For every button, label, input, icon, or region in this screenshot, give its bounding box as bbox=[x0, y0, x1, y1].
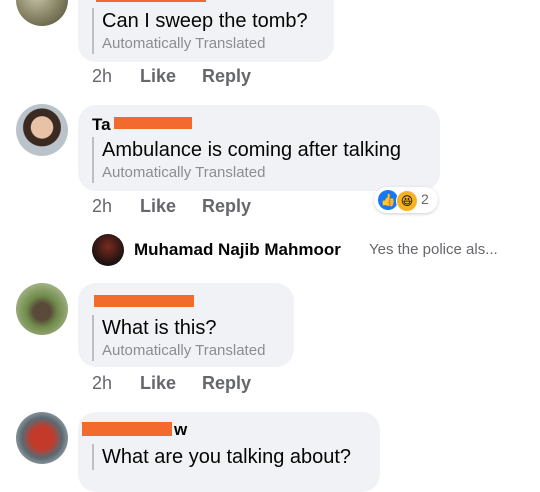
comment-text: What are you talking about? bbox=[102, 446, 352, 468]
comment-actions: 2h Like Reply bbox=[92, 373, 392, 397]
like-button[interactable]: Like bbox=[140, 373, 176, 394]
haha-reaction-icon: 😆 bbox=[396, 190, 418, 212]
comment-bubble: Ta Ambulance is coming after talking Aut… bbox=[78, 105, 440, 191]
reply-snippet: Yes the police als... bbox=[369, 241, 498, 258]
commenter-avatar[interactable] bbox=[16, 104, 68, 156]
comment-time[interactable]: 2h bbox=[92, 373, 112, 394]
comment-bubble: Can I sweep the tomb? Automatically Tran… bbox=[78, 0, 334, 62]
comment-text: Ambulance is coming after talking bbox=[102, 139, 402, 161]
reply-button[interactable]: Reply bbox=[202, 196, 251, 217]
reply-author-avatar[interactable] bbox=[92, 234, 124, 266]
redacted-name bbox=[94, 295, 194, 307]
comment-content: Ambulance is coming after talking Automa… bbox=[92, 137, 401, 183]
comment-time[interactable]: 2h bbox=[92, 196, 112, 217]
comment-time[interactable]: 2h bbox=[92, 66, 112, 87]
comment-actions: 2h Like Reply bbox=[92, 66, 392, 90]
redacted-name bbox=[96, 0, 206, 2]
reply-button[interactable]: Reply bbox=[202, 373, 251, 394]
comment-actions: 2h Like Reply bbox=[92, 196, 392, 220]
commenter-name[interactable]: Ta bbox=[92, 115, 111, 135]
reply-button[interactable]: Reply bbox=[202, 66, 251, 87]
comment-content: What are you talking about? bbox=[92, 444, 351, 470]
redacted-name bbox=[82, 422, 172, 436]
redacted-name bbox=[114, 117, 192, 129]
comment-content: What is this? Automatically Translated bbox=[92, 315, 265, 361]
commenter-avatar[interactable] bbox=[16, 0, 68, 26]
auto-translated-label[interactable]: Automatically Translated bbox=[102, 163, 401, 183]
comment-text: What is this? bbox=[102, 317, 217, 339]
like-button[interactable]: Like bbox=[140, 66, 176, 87]
comment-bubble: What is this? Automatically Translated bbox=[78, 283, 294, 367]
auto-translated-label[interactable]: Automatically Translated bbox=[102, 34, 308, 54]
commenter-avatar[interactable] bbox=[16, 283, 68, 335]
comment-content: Can I sweep the tomb? Automatically Tran… bbox=[92, 8, 308, 54]
commenter-name[interactable]: w bbox=[174, 420, 187, 440]
comment-text: Can I sweep the tomb? bbox=[102, 10, 308, 32]
reply-preview[interactable]: Muhamad Najib Mahmoor Yes the police als… bbox=[92, 232, 532, 268]
commenter-avatar[interactable] bbox=[16, 412, 68, 464]
comment-bubble: w What are you talking about? bbox=[78, 412, 380, 492]
reply-author-name[interactable]: Muhamad Najib Mahmoor bbox=[134, 240, 341, 260]
auto-translated-label[interactable]: Automatically Translated bbox=[102, 341, 265, 361]
like-button[interactable]: Like bbox=[140, 196, 176, 217]
reaction-count: 2 bbox=[421, 191, 429, 207]
